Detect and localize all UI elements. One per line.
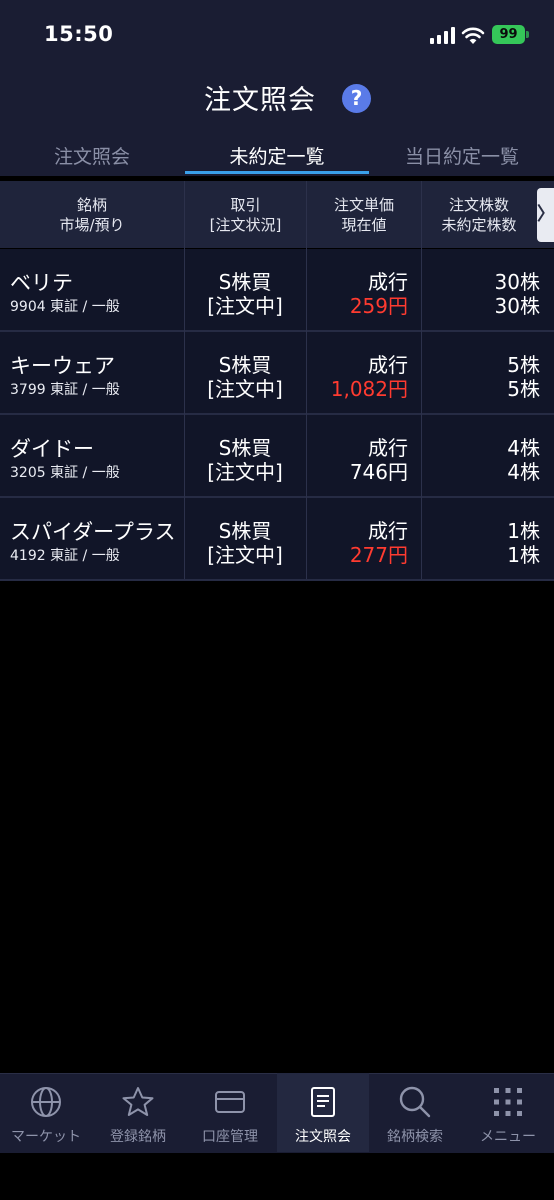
- unexecuted-quantity: 4株: [507, 460, 540, 484]
- stock-market: 4192 東証 / 一般: [10, 548, 120, 564]
- document-icon: [311, 1087, 335, 1117]
- table-row[interactable]: ダイドー 3205 東証 / 一般 S株買 [注文中] 成行 746円 4株 4…: [0, 415, 554, 498]
- column-divider: [184, 181, 185, 579]
- battery-icon: 99: [492, 25, 525, 44]
- column-header-quantity-line2: 未約定株数: [441, 216, 517, 234]
- tabbar-menu[interactable]: メニュー: [462, 1073, 554, 1152]
- tab-unexecuted-list[interactable]: 未約定一覧: [185, 142, 369, 169]
- column-header-price: 注文単価 現在値: [307, 195, 421, 235]
- column-header-trade: 取引 [注文状況]: [185, 195, 306, 235]
- unexecuted-quantity: 5株: [507, 377, 540, 401]
- search-icon: [399, 1086, 431, 1118]
- tabbar-market-label: マーケット: [11, 1129, 81, 1145]
- page-title-text: 注文照会: [204, 85, 316, 116]
- tabbar-stock-search[interactable]: 銘柄検索: [369, 1073, 461, 1152]
- tab-today-executed-list[interactable]: 当日約定一覧: [370, 142, 554, 169]
- unexecuted-quantity: 30株: [494, 294, 540, 318]
- column-divider: [306, 181, 307, 579]
- page-title: 注文照会: [0, 78, 554, 117]
- current-price: 746円: [349, 460, 408, 484]
- order-status: [注文中]: [207, 294, 283, 318]
- tabbar-watchlist[interactable]: 登録銘柄: [92, 1073, 184, 1152]
- unexecuted-quantity: 1株: [507, 543, 540, 567]
- current-price: 277円: [349, 543, 408, 567]
- stock-name: キーウェア: [10, 354, 115, 378]
- column-header-trade-line1: 取引: [230, 196, 261, 214]
- tabbar-menu-label: メニュー: [480, 1129, 536, 1145]
- table-row[interactable]: ベリテ 9904 東証 / 一般 S株買 [注文中] 成行 259円 30株 3…: [0, 249, 554, 332]
- tabbar-order-inquiry[interactable]: 注文照会: [277, 1073, 369, 1152]
- clock: 15:50: [44, 22, 114, 46]
- column-divider: [421, 181, 422, 579]
- order-status: [注文中]: [207, 460, 283, 484]
- card-icon: [215, 1091, 245, 1113]
- column-header-stock-line1: 銘柄: [76, 196, 107, 214]
- column-header-quantity-line1: 注文株数: [448, 196, 509, 214]
- battery-tip: [526, 31, 529, 38]
- column-header-price-line2: 現在値: [341, 216, 387, 234]
- star-icon: [122, 1087, 154, 1116]
- tabbar-watchlist-label: 登録銘柄: [110, 1129, 166, 1145]
- column-header-stock: 銘柄 市場/預り: [0, 195, 184, 235]
- stock-name: スパイダープラス: [10, 520, 176, 544]
- stock-name: ベリテ: [10, 271, 73, 295]
- stock-market: 9904 東証 / 一般: [10, 299, 120, 315]
- tab-order-inquiry[interactable]: 注文照会: [0, 142, 184, 169]
- order-status: [注文中]: [207, 543, 283, 567]
- wifi-icon: [461, 27, 485, 44]
- column-header-price-line1: 注文単価: [333, 196, 394, 214]
- stock-name: ダイドー: [10, 437, 94, 461]
- help-icon[interactable]: ?: [342, 84, 371, 113]
- tabbar-account[interactable]: 口座管理: [184, 1073, 276, 1152]
- current-price: 259円: [349, 294, 408, 318]
- column-header-trade-line2: [注文状況]: [209, 216, 282, 234]
- active-tab-indicator: [185, 171, 369, 174]
- column-header-quantity: 注文株数 未約定株数: [422, 195, 536, 235]
- tabbar-market[interactable]: マーケット: [0, 1073, 92, 1152]
- tabbar-order-inquiry-label: 注文照会: [295, 1129, 351, 1145]
- cellular-signal-icon: [430, 27, 456, 44]
- more-columns-chevron-icon[interactable]: 〉: [537, 188, 554, 242]
- current-price: 1,082円: [330, 377, 408, 401]
- tabbar-stock-search-label: 銘柄検索: [387, 1129, 443, 1145]
- stock-market: 3799 東証 / 一般: [10, 382, 120, 398]
- column-header-stock-line2: 市場/預り: [59, 216, 125, 234]
- tabbar-account-label: 口座管理: [202, 1129, 258, 1145]
- table-row[interactable]: キーウェア 3799 東証 / 一般 S株買 [注文中] 成行 1,082円 5…: [0, 332, 554, 415]
- globe-icon: [31, 1087, 61, 1117]
- table-row[interactable]: スパイダープラス 4192 東証 / 一般 S株買 [注文中] 成行 277円 …: [0, 498, 554, 581]
- grid-menu-icon: [494, 1088, 522, 1116]
- stock-market: 3205 東証 / 一般: [10, 465, 120, 481]
- order-status: [注文中]: [207, 377, 283, 401]
